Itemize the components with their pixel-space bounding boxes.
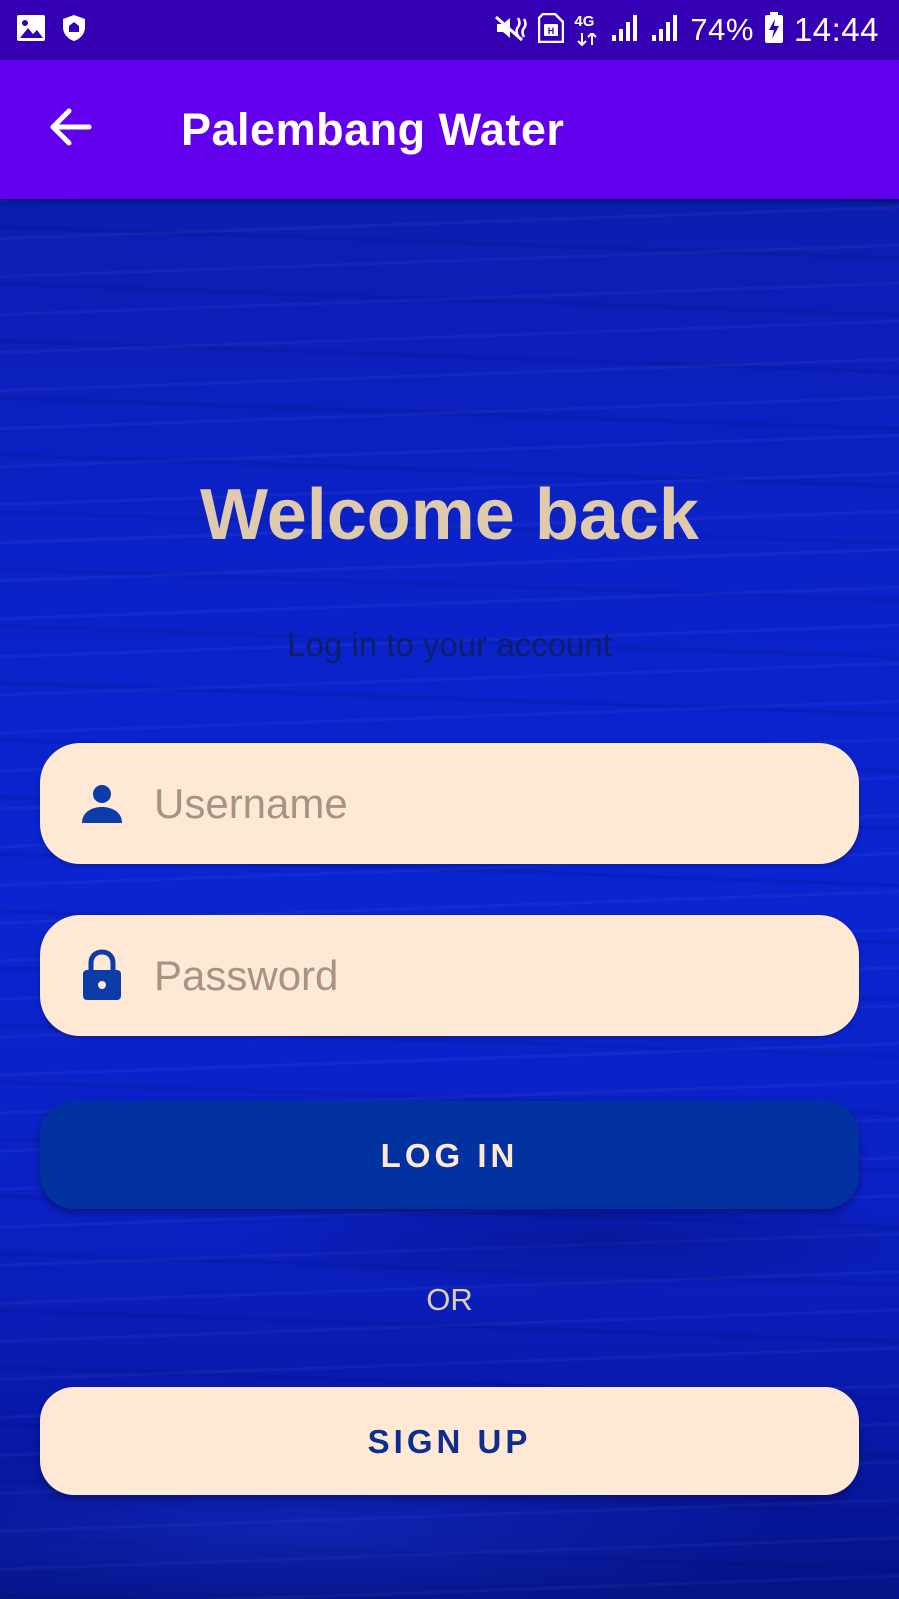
- signal-icon: [650, 13, 680, 48]
- signup-button[interactable]: SIGN UP: [40, 1387, 859, 1495]
- login-subtitle: Log in to your account: [287, 626, 612, 663]
- password-input[interactable]: [154, 915, 834, 1036]
- person-icon: [77, 778, 127, 828]
- username-input[interactable]: [154, 743, 834, 864]
- sim-icon: H: [538, 12, 565, 48]
- password-field[interactable]: [40, 915, 859, 1036]
- signal-icon: [610, 13, 640, 48]
- app-title: Palembang Water: [181, 104, 565, 155]
- network-4g-icon: 4G: [574, 13, 600, 47]
- welcome-heading: Welcome back: [200, 475, 699, 555]
- battery-percent: 74%: [690, 12, 754, 47]
- arrow-back-icon: [49, 107, 93, 152]
- battery-charging-icon: [764, 11, 784, 49]
- back-button[interactable]: [36, 94, 106, 164]
- shield-icon: [62, 14, 86, 47]
- username-field[interactable]: [40, 743, 859, 864]
- app-bar: Palembang Water: [0, 60, 899, 199]
- vibrate-mute-icon: [494, 13, 528, 48]
- image-icon: [16, 14, 46, 47]
- network-type-label: 4G: [574, 13, 595, 30]
- svg-text:H: H: [548, 26, 555, 36]
- or-separator: OR: [426, 1282, 473, 1317]
- lock-icon: [77, 949, 127, 1000]
- login-button[interactable]: LOG IN: [40, 1101, 859, 1209]
- clock: 14:44: [793, 11, 879, 48]
- status-bar: H 4G 74% 14:44: [0, 0, 899, 60]
